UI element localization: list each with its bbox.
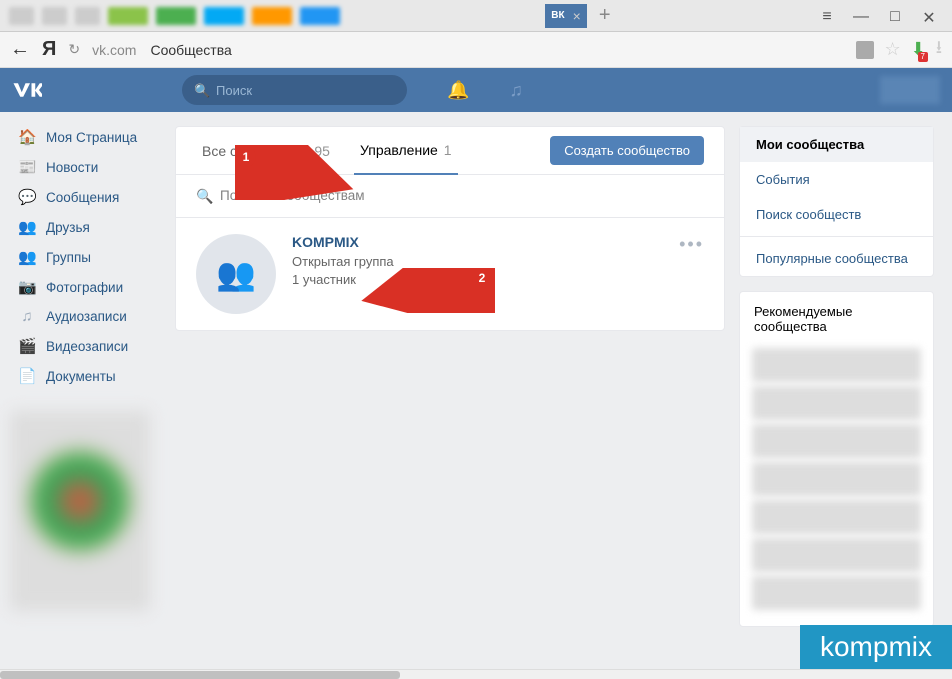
music-icon[interactable]: ♫ bbox=[509, 80, 523, 101]
community-list-item: 👥 KOMPMIX Открытая группа 1 участник ••• bbox=[176, 218, 724, 330]
tab-blur bbox=[9, 7, 34, 25]
community-type: Открытая группа bbox=[292, 254, 679, 269]
tab-all-communities[interactable]: Все сообщества 95 bbox=[196, 127, 336, 175]
yandex-logo[interactable]: Я bbox=[42, 38, 56, 61]
sidenav-search[interactable]: Поиск сообществ bbox=[740, 197, 933, 232]
close-window-icon[interactable]: ✕ bbox=[921, 8, 937, 24]
annotation-badge-2: 2 bbox=[472, 268, 492, 288]
recommended-item[interactable] bbox=[752, 462, 921, 496]
download-icon[interactable]: ⬇7 bbox=[911, 39, 926, 60]
more-download-icon[interactable]: ⭳ bbox=[936, 35, 942, 65]
reload-icon[interactable]: ↻ bbox=[68, 41, 80, 58]
nav-messages[interactable]: 💬 Сообщения bbox=[10, 182, 165, 212]
vk-header: 🔍 🔔 ♫ bbox=[0, 68, 952, 112]
lock-icon[interactable] bbox=[856, 41, 874, 59]
recommended-item[interactable] bbox=[752, 386, 921, 420]
search-input[interactable] bbox=[182, 75, 407, 105]
tab-blur bbox=[204, 7, 244, 25]
audio-icon: ♫ bbox=[18, 308, 36, 325]
nav-friends[interactable]: 👥 Друзья bbox=[10, 212, 165, 242]
nav-video[interactable]: 🎬 Видеозаписи bbox=[10, 331, 165, 361]
nav-audio[interactable]: ♫ Аудиозаписи bbox=[10, 302, 165, 331]
watermark: kompmix bbox=[800, 625, 952, 669]
search-icon: 🔍 bbox=[194, 83, 210, 99]
nav-label: Группы bbox=[46, 250, 91, 265]
filter-search-icon: 🔍 bbox=[196, 188, 213, 205]
nav-label: Моя Страница bbox=[46, 130, 137, 145]
bookmark-star-icon[interactable]: ☆ bbox=[884, 39, 900, 60]
tab-vk-icon: ВК bbox=[551, 10, 564, 21]
browser-tab-strip: ВК × + ≡ — □ ✕ bbox=[0, 0, 952, 32]
horizontal-scrollbar[interactable] bbox=[0, 669, 952, 679]
annotation-badge-1: 1 bbox=[236, 147, 256, 167]
nav-groups[interactable]: 👥 Группы bbox=[10, 242, 165, 272]
tab-count: 1 bbox=[444, 142, 452, 158]
url-page[interactable]: Сообщества bbox=[150, 42, 231, 58]
recommended-title: Рекомендуемые сообщества bbox=[740, 304, 933, 344]
recommended-item[interactable] bbox=[752, 500, 921, 534]
nav-label: Документы bbox=[46, 369, 116, 384]
main-content: Все сообщества 95 Управление 1 Создать с… bbox=[175, 126, 725, 627]
browser-toolbar: ← Я ↻ vk.com Сообщества ☆ ⬇7 ⭳ bbox=[0, 32, 952, 68]
messages-icon: 💬 bbox=[18, 188, 36, 206]
tab-management[interactable]: Управление 1 bbox=[354, 127, 458, 175]
news-icon: 📰 bbox=[18, 158, 36, 176]
nav-docs[interactable]: 📄 Документы bbox=[10, 361, 165, 391]
active-tab[interactable]: ВК × bbox=[545, 4, 587, 28]
community-avatar[interactable]: 👥 bbox=[196, 234, 276, 314]
groups-icon: 👥 bbox=[18, 248, 36, 266]
new-tab-button[interactable]: + bbox=[592, 4, 618, 27]
recommended-item[interactable] bbox=[752, 348, 921, 382]
back-button[interactable]: ← bbox=[10, 38, 30, 61]
nav-photos[interactable]: 📷 Фотографии bbox=[10, 272, 165, 302]
left-sidebar: 🏠 Моя Страница 📰 Новости 💬 Сообщения 👥 Друзь… bbox=[0, 112, 165, 627]
nav-my-page[interactable]: 🏠 Моя Страница bbox=[10, 122, 165, 152]
minimize-icon[interactable]: — bbox=[853, 8, 869, 24]
photos-icon: 📷 bbox=[18, 278, 36, 296]
tab-close-icon[interactable]: × bbox=[573, 8, 581, 24]
sidenav-events[interactable]: События bbox=[740, 162, 933, 197]
sidebar-ad[interactable] bbox=[10, 411, 150, 611]
home-icon: 🏠 bbox=[18, 128, 36, 146]
right-sidebar: Мои сообщества События Поиск сообществ П… bbox=[739, 126, 934, 627]
nav-label: Друзья bbox=[46, 220, 90, 235]
nav-news[interactable]: 📰 Новости bbox=[10, 152, 165, 182]
video-icon: 🎬 bbox=[18, 337, 36, 355]
tab-blur bbox=[75, 7, 100, 25]
menu-icon[interactable]: ≡ bbox=[819, 8, 835, 24]
recommended-item[interactable] bbox=[752, 424, 921, 458]
notifications-icon[interactable]: 🔔 bbox=[447, 80, 469, 101]
friends-icon: 👥 bbox=[18, 218, 36, 236]
tabs-row: Все сообщества 95 Управление 1 Создать с… bbox=[176, 127, 724, 175]
docs-icon: 📄 bbox=[18, 367, 36, 385]
nav-label: Фотографии bbox=[46, 280, 123, 295]
tab-blur bbox=[108, 7, 148, 25]
tab-count: 95 bbox=[314, 143, 330, 159]
nav-label: Аудиозаписи bbox=[46, 309, 127, 324]
recommended-item[interactable] bbox=[752, 576, 921, 610]
create-community-button[interactable]: Создать сообщество bbox=[550, 136, 704, 165]
tab-blur bbox=[156, 7, 196, 25]
url-host[interactable]: vk.com bbox=[92, 42, 136, 58]
more-options-icon[interactable]: ••• bbox=[679, 234, 704, 255]
vk-logo[interactable] bbox=[12, 80, 42, 100]
tab-label: Управление bbox=[360, 142, 438, 158]
tab-blur bbox=[42, 7, 67, 25]
profile-menu[interactable] bbox=[880, 76, 940, 104]
recommended-item[interactable] bbox=[752, 538, 921, 572]
tab-blur bbox=[300, 7, 340, 25]
sidenav-popular[interactable]: Популярные сообщества bbox=[740, 241, 933, 276]
nav-label: Видеозаписи bbox=[46, 339, 128, 354]
maximize-icon[interactable]: □ bbox=[887, 8, 903, 24]
nav-label: Сообщения bbox=[46, 190, 119, 205]
community-filter-input[interactable] bbox=[196, 188, 704, 203]
nav-label: Новости bbox=[46, 160, 98, 175]
community-name[interactable]: KOMPMIX bbox=[292, 234, 679, 250]
sidenav-my-communities[interactable]: Мои сообщества bbox=[740, 127, 933, 162]
tab-blur bbox=[252, 7, 292, 25]
